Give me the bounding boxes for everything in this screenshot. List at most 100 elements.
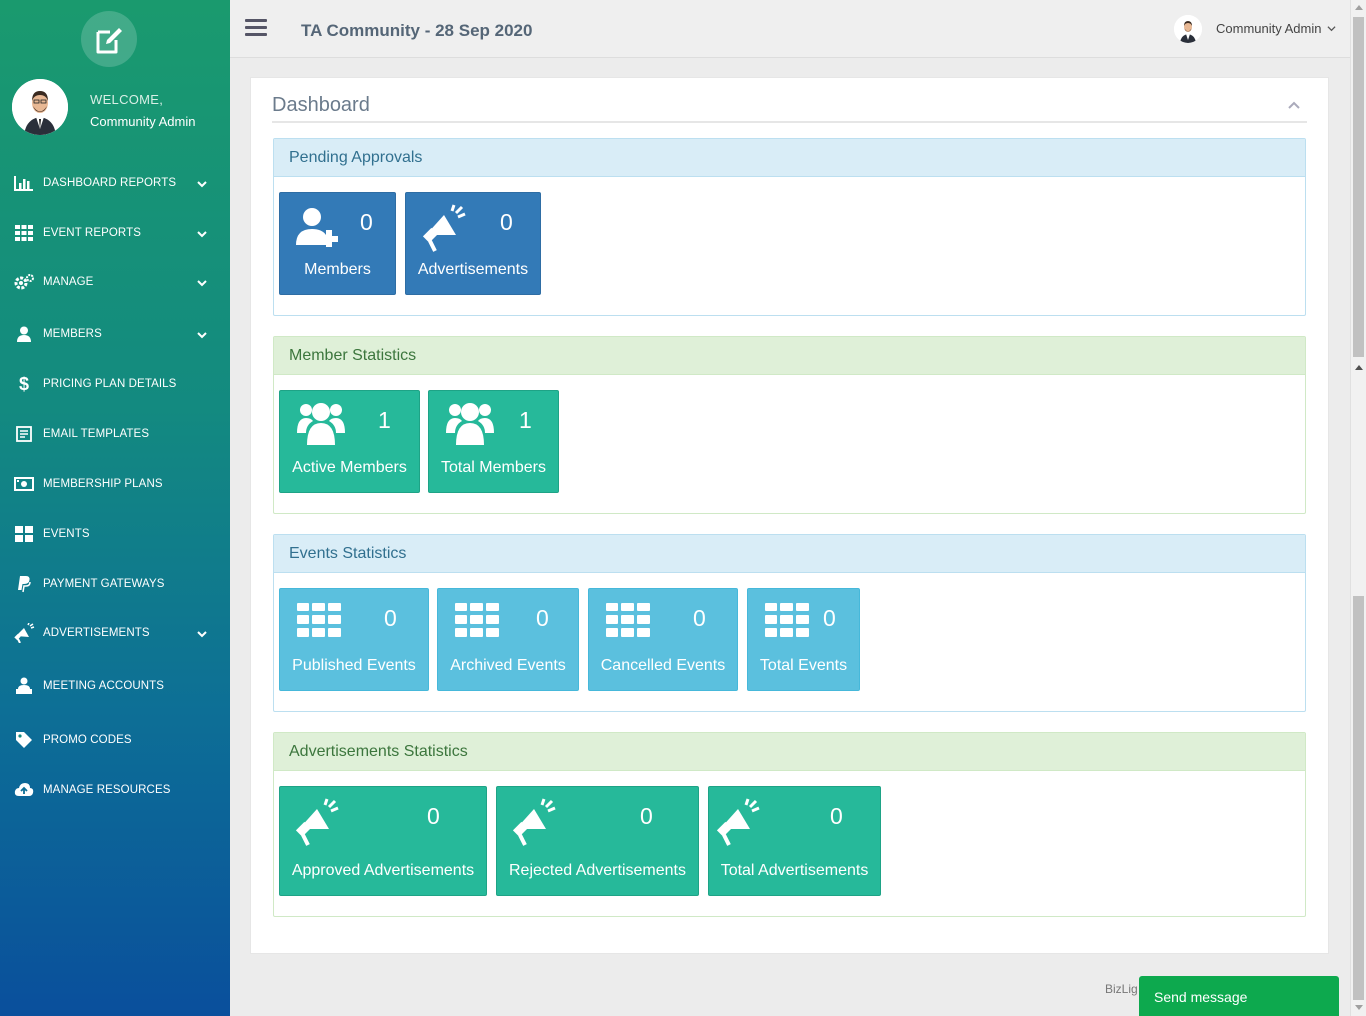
grid-table-icon bbox=[13, 223, 35, 243]
th-icon bbox=[297, 603, 341, 642]
paypal-icon bbox=[13, 574, 35, 594]
sidebar-item-pricing-plan-details[interactable]: $ PRICING PLAN DETAILS bbox=[0, 366, 230, 402]
page-scrollbar[interactable] bbox=[1350, 0, 1366, 1016]
user-avatar[interactable] bbox=[1174, 15, 1202, 43]
page-title: TA Community - 28 Sep 2020 bbox=[301, 21, 533, 40]
app-logo[interactable] bbox=[81, 11, 137, 67]
sidebar-item-manage[interactable]: MANAGE bbox=[0, 264, 230, 300]
welcome-label: WELCOME, bbox=[90, 92, 164, 107]
sidebar: WELCOME, Community Admin DASHBOARD REPOR… bbox=[0, 0, 230, 1016]
send-message-button[interactable]: Send message bbox=[1139, 976, 1339, 1016]
chevron-down-icon bbox=[196, 627, 208, 639]
edit-note-icon bbox=[96, 28, 122, 54]
scroll-thumb[interactable] bbox=[1353, 17, 1364, 357]
th-icon bbox=[765, 603, 809, 642]
stat-tile-rejected-advertisements[interactable]: 0 Rejected Advertisements bbox=[496, 786, 699, 896]
sidebar-item-label: MANAGE bbox=[43, 276, 94, 288]
tile-label: Total Members bbox=[441, 459, 546, 476]
stat-tile-approved-advertisements[interactable]: 0 Approved Advertisements bbox=[279, 786, 487, 896]
stat-tile-active-members[interactable]: 1 Active Members bbox=[279, 390, 420, 493]
sidebar-item-payment-gateways[interactable]: PAYMENT GATEWAYS bbox=[0, 566, 230, 602]
chevron-down-icon bbox=[196, 276, 208, 288]
tile-count: 1 bbox=[378, 407, 391, 433]
stat-tile-advertisements[interactable]: 0 Advertisements bbox=[405, 192, 541, 295]
top-bar: TA Community - 28 Sep 2020 Community Adm… bbox=[230, 0, 1350, 58]
users-icon bbox=[446, 401, 494, 450]
avatar bbox=[12, 79, 68, 135]
sidebar-item-dashboard-reports[interactable]: DASHBOARD REPORTS bbox=[0, 165, 230, 201]
cloud-upload-icon bbox=[13, 780, 35, 800]
chevron-down-icon bbox=[196, 227, 208, 239]
sidebar-item-label: ADVERTISEMENTS bbox=[43, 627, 150, 639]
sidebar-item-label: DASHBOARD REPORTS bbox=[43, 177, 177, 189]
divider bbox=[272, 121, 1307, 123]
tile-label: Total Events bbox=[759, 657, 848, 674]
sidebar-item-membership-plans[interactable]: MEMBERSHIP PLANS bbox=[0, 466, 230, 502]
bullhorn-icon bbox=[420, 203, 466, 258]
bullhorn-icon bbox=[293, 797, 339, 852]
th-icon bbox=[606, 603, 650, 642]
tile-count: 0 bbox=[830, 803, 843, 829]
user-menu[interactable]: Community Admin bbox=[1216, 21, 1336, 36]
scroll-up-arrow-icon[interactable] bbox=[1355, 365, 1363, 370]
user-icon bbox=[13, 324, 35, 344]
users-icon bbox=[297, 401, 345, 450]
sidebar-item-label: EMAIL TEMPLATES bbox=[43, 428, 150, 440]
tag-icon bbox=[13, 730, 35, 750]
tile-label: Advertisements bbox=[417, 261, 529, 278]
sidebar-item-label: MANAGE RESOURCES bbox=[43, 784, 171, 796]
gears-icon bbox=[13, 272, 35, 292]
tile-count: 0 bbox=[384, 605, 397, 631]
tile-label: Total Advertisements bbox=[720, 862, 869, 879]
stat-tile-total-events[interactable]: 0 Total Events bbox=[747, 588, 860, 691]
stat-tile-total-advertisements[interactable]: 0 Total Advertisements bbox=[708, 786, 881, 896]
section-title: Member Statistics bbox=[274, 337, 1305, 375]
sidebar-item-email-templates[interactable]: EMAIL TEMPLATES bbox=[0, 416, 230, 452]
tile-label: Cancelled Events bbox=[600, 657, 726, 674]
tile-count: 0 bbox=[640, 803, 653, 829]
sidebar-item-label: EVENT REPORTS bbox=[43, 227, 142, 239]
th-large-icon bbox=[13, 524, 35, 544]
tile-count: 0 bbox=[427, 803, 440, 829]
stat-tile-members[interactable]: 0 Members bbox=[279, 192, 396, 295]
sidebar-item-label: PROMO CODES bbox=[43, 734, 132, 746]
tile-label: Rejected Advertisements bbox=[509, 862, 686, 879]
sidebar-item-label: PAYMENT GATEWAYS bbox=[43, 578, 165, 590]
sidebar-item-members[interactable]: MEMBERS bbox=[0, 316, 230, 352]
sidebar-item-event-reports[interactable]: EVENT REPORTS bbox=[0, 215, 230, 251]
stat-tile-published-events[interactable]: 0 Published Events bbox=[279, 588, 429, 691]
bullhorn-icon bbox=[714, 797, 760, 852]
sidebar-item-advertisements[interactable]: ADVERTISEMENTS bbox=[0, 615, 230, 651]
sidebar-item-events[interactable]: EVENTS bbox=[0, 516, 230, 552]
stat-tile-archived-events[interactable]: 0 Archived Events bbox=[437, 588, 579, 691]
svg-text:$: $ bbox=[19, 375, 29, 393]
dollar-icon: $ bbox=[13, 374, 35, 394]
welcome-user-name: Community Admin bbox=[90, 114, 196, 129]
sidebar-item-label: MEMBERSHIP PLANS bbox=[43, 478, 163, 490]
chevron-down-icon bbox=[1327, 26, 1336, 32]
stat-tile-cancelled-events[interactable]: 0 Cancelled Events bbox=[588, 588, 738, 691]
scroll-up-arrow-icon[interactable] bbox=[1355, 5, 1363, 10]
tile-label: Approved Advertisements bbox=[291, 862, 475, 879]
sidebar-item-label: PRICING PLAN DETAILS bbox=[43, 378, 177, 390]
sidebar-item-meeting-accounts[interactable]: MEETING ACCOUNTS bbox=[0, 668, 230, 704]
user-plus-icon bbox=[296, 207, 348, 252]
sidebar-item-promo-codes[interactable]: PROMO CODES bbox=[0, 722, 230, 758]
chevron-up-icon[interactable] bbox=[1287, 98, 1301, 112]
money-icon bbox=[13, 474, 35, 494]
chevron-down-icon bbox=[196, 328, 208, 340]
bullhorn-icon bbox=[510, 797, 556, 852]
user-menu-label: Community Admin bbox=[1216, 21, 1322, 36]
sidebar-item-label: EVENTS bbox=[43, 528, 90, 540]
menu-toggle-icon[interactable] bbox=[245, 19, 267, 37]
chevron-down-icon bbox=[196, 177, 208, 189]
stat-tile-total-members[interactable]: 1 Total Members bbox=[428, 390, 559, 493]
tile-label: Published Events bbox=[292, 657, 416, 674]
tile-count: 0 bbox=[536, 605, 549, 631]
sidebar-item-manage-resources[interactable]: MANAGE RESOURCES bbox=[0, 772, 230, 808]
scroll-thumb[interactable] bbox=[1353, 596, 1364, 1000]
bar-chart-icon bbox=[13, 173, 35, 193]
scroll-down-arrow-icon[interactable] bbox=[1355, 1005, 1363, 1010]
tile-count: 1 bbox=[519, 407, 532, 433]
panel-title: Dashboard bbox=[272, 94, 370, 116]
